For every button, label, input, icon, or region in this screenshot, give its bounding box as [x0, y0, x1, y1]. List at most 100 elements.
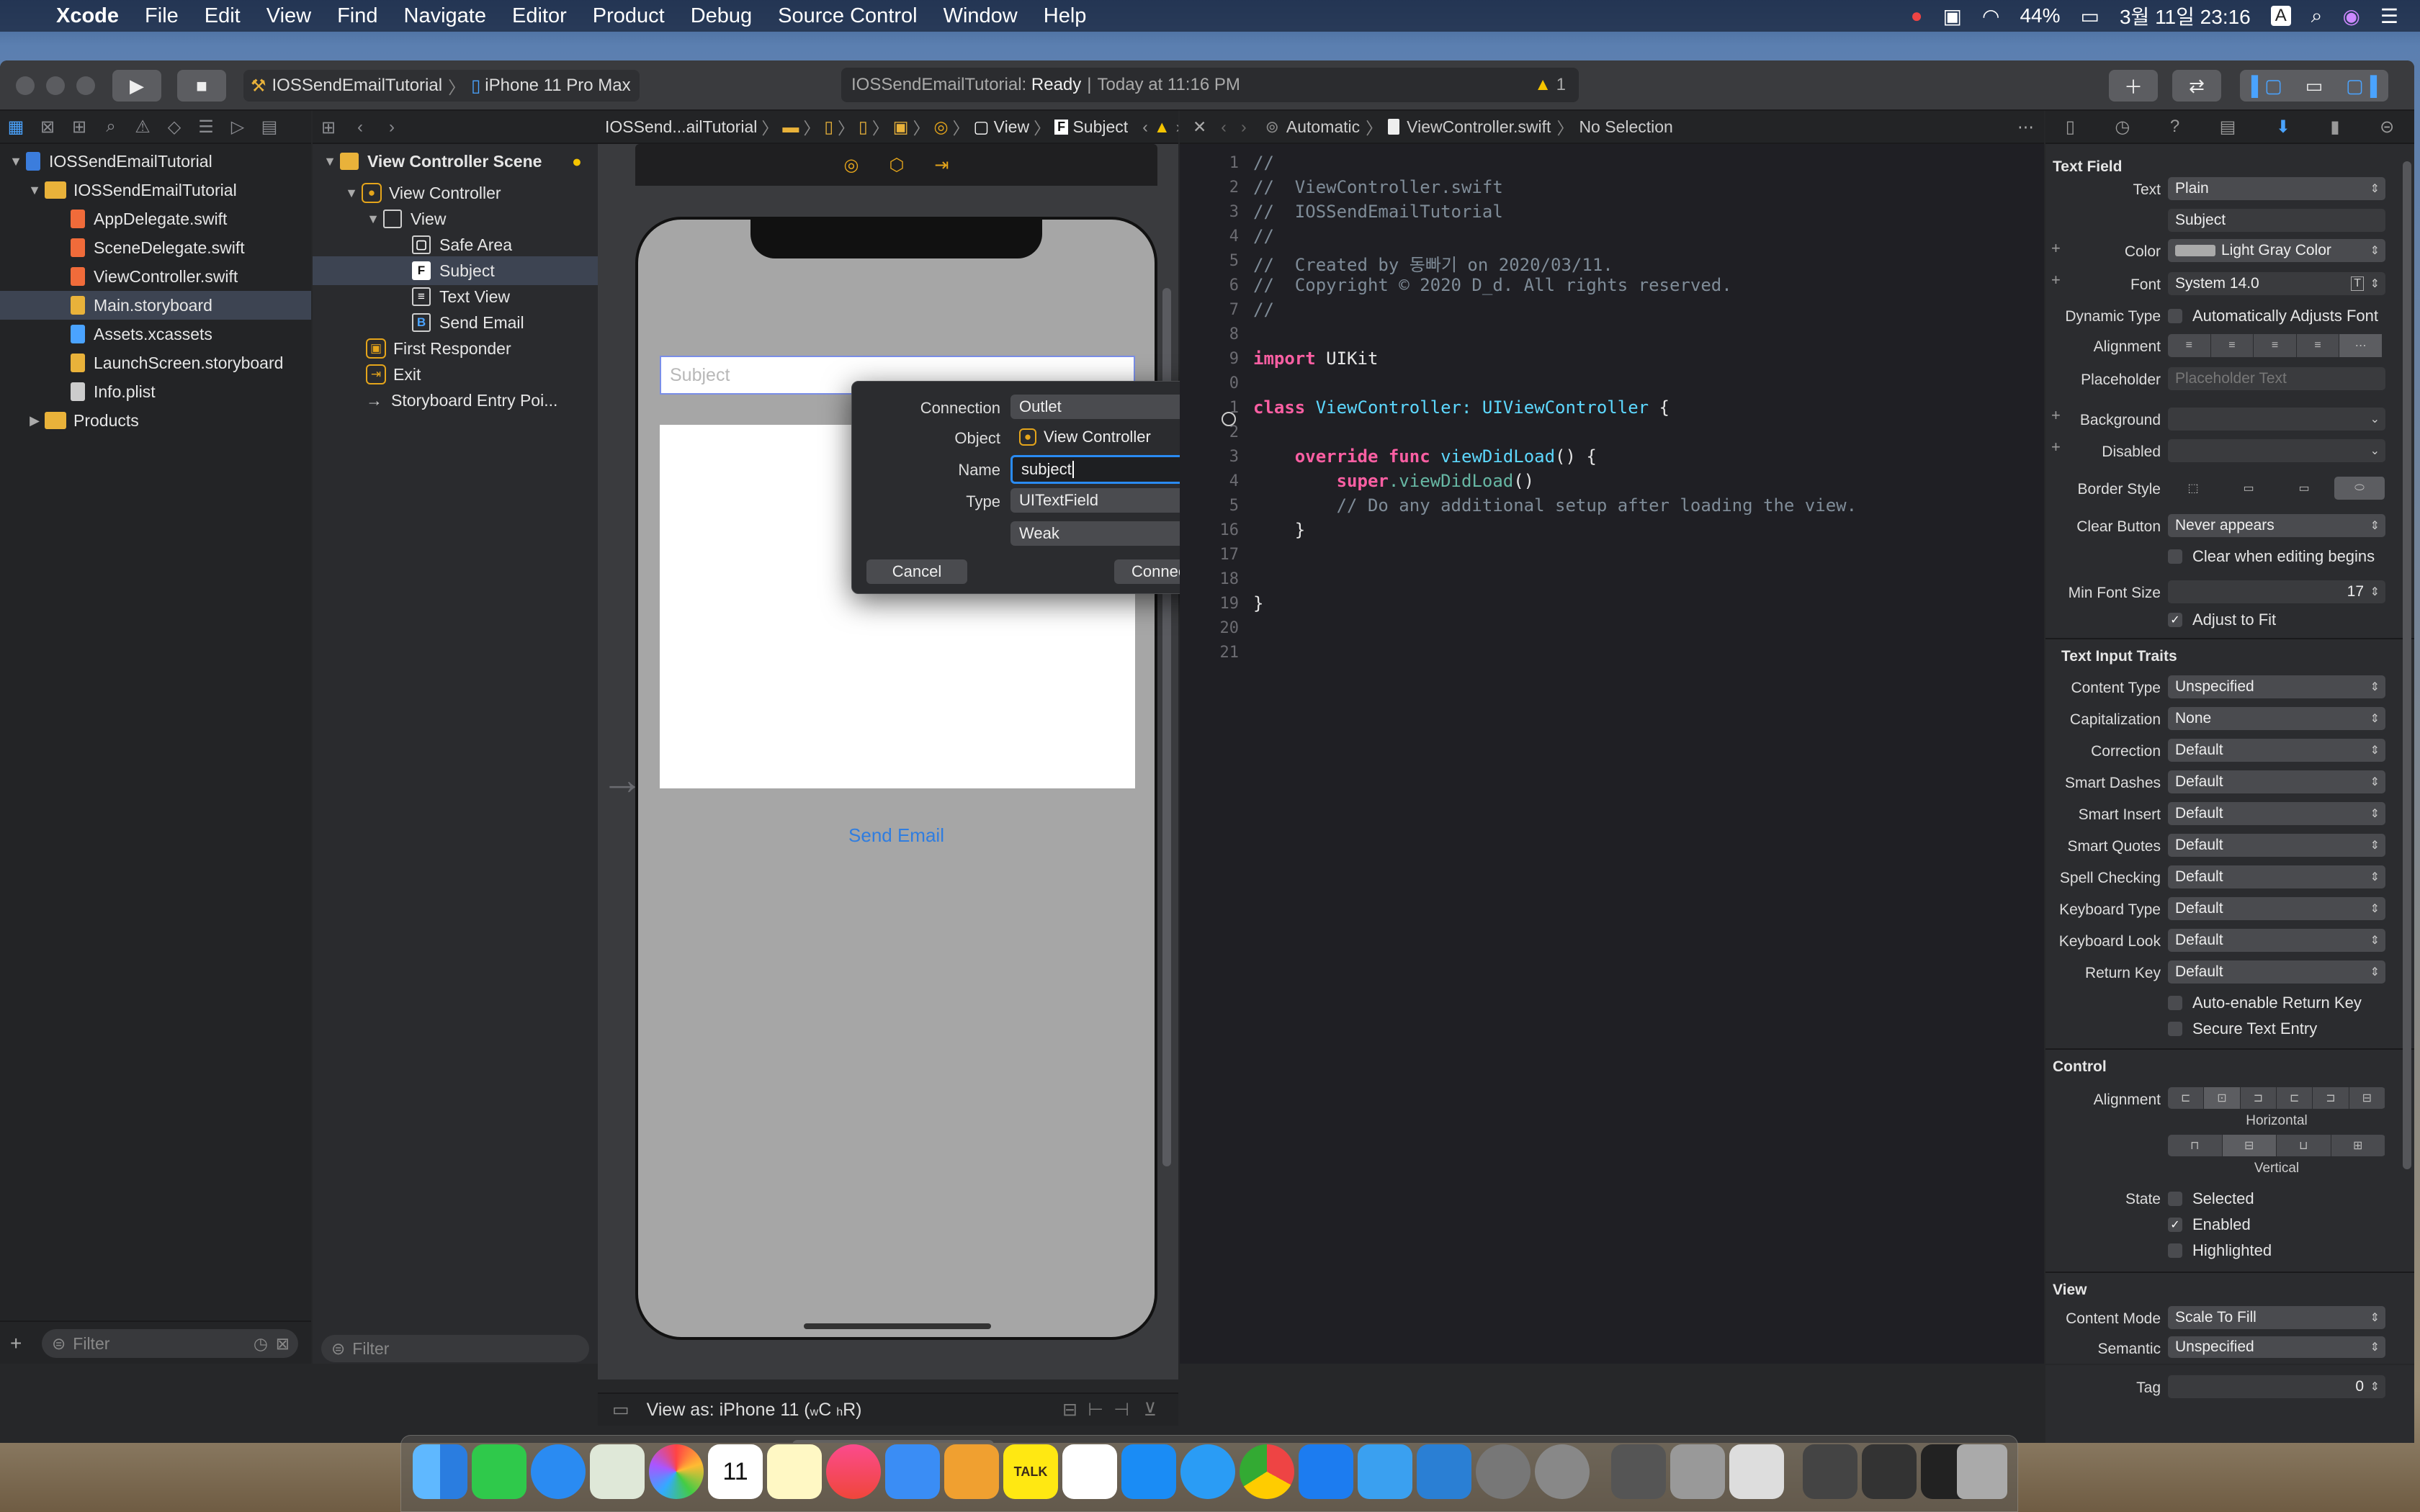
close-icon[interactable]: ✕	[1193, 117, 1206, 137]
back-icon[interactable]: ‹	[1221, 117, 1227, 137]
vertical-alignment-segmented[interactable]: ⊓ ⊟ ⊔ ⊞	[2168, 1135, 2385, 1156]
forward-icon[interactable]: ›	[1241, 117, 1247, 137]
outline-first-responder[interactable]: ▣ First Responder	[366, 334, 511, 363]
notes-icon[interactable]	[767, 1444, 822, 1499]
menu-window[interactable]: Window	[931, 4, 1031, 28]
content-type-select[interactable]: Unspecified ⇕	[2168, 675, 2385, 698]
nav-item-scenedelegate[interactable]: SceneDelegate.swift	[71, 233, 245, 262]
back-icon[interactable]: ‹	[1142, 117, 1148, 137]
view-controller-icon[interactable]: ◎	[933, 117, 948, 137]
siri-icon[interactable]: ◉	[2342, 4, 2360, 28]
auto-return-checkbox[interactable]: Auto-enable Return Key	[2168, 994, 2362, 1012]
issue-icon[interactable]: ⚠	[127, 117, 158, 138]
music-icon[interactable]	[826, 1444, 881, 1499]
disclosure-closed-icon[interactable]: ▶	[24, 413, 45, 428]
border-rounded-icon[interactable]: ⬭	[2334, 477, 2385, 500]
disclosure-open-icon[interactable]: ▼	[320, 154, 340, 169]
toggle-outline-icon[interactable]: ▭	[612, 1399, 629, 1421]
menu-file[interactable]: File	[132, 4, 192, 28]
messages-icon[interactable]	[531, 1444, 586, 1499]
simulator-icon[interactable]	[1358, 1444, 1412, 1499]
menu-app-name[interactable]: Xcode	[43, 4, 132, 28]
library-button[interactable]: ＋	[2109, 70, 2158, 102]
stepper-icon[interactable]: ⇕	[2370, 585, 2380, 599]
nav-item-project[interactable]: ▼ IOSSendEmailTutorial	[6, 147, 212, 176]
notification-center-icon[interactable]: ☰	[2380, 4, 2398, 28]
inspector-scrollbar[interactable]	[2403, 161, 2411, 1169]
state-enabled-checkbox[interactable]: ✓ Enabled	[2168, 1215, 2251, 1234]
view-controller-icon[interactable]: ◎	[843, 155, 859, 176]
nav-item-main-storyboard[interactable]: Main.storyboard	[0, 291, 311, 320]
jumpbar-file[interactable]: ViewController.swift	[1407, 117, 1551, 137]
stepper-icon[interactable]: ⇕	[2370, 276, 2380, 291]
keynote-icon[interactable]	[885, 1444, 940, 1499]
jumpbar-subject[interactable]: Subject	[1072, 117, 1128, 137]
color-select[interactable]: Light Gray Color ⇕	[2168, 239, 2385, 262]
nav-item-viewcontroller[interactable]: ViewController.swift	[71, 262, 238, 291]
text-alignment-segmented[interactable]: ≡ ≡ ≡ ≡ ⋯	[2168, 334, 2383, 357]
maps-icon[interactable]	[590, 1444, 645, 1499]
resolve-icon[interactable]: ⊻	[1144, 1399, 1157, 1421]
first-responder-icon[interactable]: ⬡	[889, 155, 904, 176]
stop-button[interactable]: ■	[177, 70, 226, 102]
menu-editor[interactable]: Editor	[499, 4, 580, 28]
v-align-bottom-icon[interactable]: ⊔	[2277, 1135, 2331, 1156]
symbol-icon[interactable]: ⊞	[63, 117, 95, 138]
toggle-inspector-icon[interactable]: ▢▐	[2346, 75, 2377, 97]
wifi-icon[interactable]: ◠	[1982, 4, 1999, 28]
state-selected-checkbox[interactable]: Selected	[2168, 1189, 2254, 1208]
border-none-icon[interactable]: ⬚	[2168, 477, 2219, 500]
return-key-select[interactable]: Default ⇕	[2168, 960, 2385, 984]
content-mode-select[interactable]: Scale To Fill ⇕	[2168, 1306, 2385, 1329]
find-icon[interactable]: ⌕	[95, 117, 127, 137]
pages-icon[interactable]	[944, 1444, 999, 1499]
disclosure-open-icon[interactable]: ▼	[6, 154, 26, 169]
semantic-select[interactable]: Unspecified ⇕	[2168, 1336, 2385, 1358]
clear-button-select[interactable]: Never appears ⇕	[2168, 514, 2385, 537]
clock[interactable]: 3월 11일 23:16	[2120, 1, 2251, 30]
disclosure-open-icon[interactable]: ▼	[24, 183, 45, 198]
jumpbar-view[interactable]: View	[994, 117, 1029, 137]
chrome-icon[interactable]	[1240, 1444, 1294, 1499]
font-field[interactable]: System 14.0 T ⇕	[2168, 272, 2385, 295]
back-icon[interactable]: ‹	[344, 117, 376, 138]
file-icon[interactable]: ▯	[859, 117, 868, 137]
h-align-right-icon[interactable]: ⊐	[2241, 1087, 2277, 1109]
disabled-image-combo[interactable]: ⌄	[2168, 439, 2385, 462]
disclosure-open-icon[interactable]: ▼	[363, 212, 383, 227]
warning-count[interactable]: 1	[1556, 75, 1566, 95]
system-preferences-icon[interactable]	[1535, 1444, 1590, 1499]
adjust-fit-checkbox[interactable]: ✓ Adjust to Fit	[2168, 611, 2276, 629]
nav-item-infoplist[interactable]: Info.plist	[71, 377, 156, 406]
toggle-navigator-icon[interactable]: ▌▢	[2251, 75, 2282, 97]
minimize-window-button[interactable]	[46, 76, 65, 95]
close-window-button[interactable]	[16, 76, 35, 95]
text-content-input[interactable]: Subject	[2168, 209, 2385, 232]
outlet-connection-well-icon[interactable]	[1222, 412, 1236, 426]
text-type-select[interactable]: Plain ⇕	[2168, 177, 2385, 200]
source-control-icon[interactable]: ⊠	[32, 117, 63, 138]
nav-item-group[interactable]: ▼ IOSSendEmailTutorial	[24, 176, 237, 204]
forward-icon[interactable]: ›	[1176, 117, 1178, 137]
tag-input[interactable]: 0 ⇕	[2168, 1375, 2385, 1398]
nav-item-appdelegate[interactable]: AppDelegate.swift	[71, 204, 227, 233]
toggle-debug-area-icon[interactable]: ▭	[2305, 75, 2323, 97]
smart-dashes-select[interactable]: Default ⇕	[2168, 770, 2385, 793]
size-inspector-icon[interactable]: ▮	[2330, 117, 2339, 138]
menu-view[interactable]: View	[254, 4, 324, 28]
v-align-top-icon[interactable]: ⊓	[2168, 1135, 2223, 1156]
debug-icon[interactable]: ☰	[190, 117, 222, 138]
menu-navigate[interactable]: Navigate	[391, 4, 499, 28]
v-align-center-icon[interactable]: ⊟	[2222, 1135, 2277, 1156]
h-align-left-icon[interactable]: ⊏	[2168, 1087, 2205, 1109]
outline-send-email[interactable]: B Send Email	[412, 308, 524, 337]
kakaotalk-icon[interactable]: TALK	[1003, 1444, 1058, 1499]
menu-edit[interactable]: Edit	[192, 4, 254, 28]
border-line-icon[interactable]: ▭	[2223, 477, 2275, 500]
h-align-trailing-icon[interactable]: ⊐	[2313, 1087, 2349, 1109]
smart-insert-select[interactable]: Default ⇕	[2168, 802, 2385, 825]
jumpbar-project[interactable]: IOSSend...ailTutorial	[605, 117, 757, 137]
view-as-label[interactable]: View as: iPhone 11 (wC hR)	[647, 1400, 862, 1421]
zoom-window-button[interactable]	[76, 76, 95, 95]
menu-source-control[interactable]: Source Control	[765, 4, 930, 28]
